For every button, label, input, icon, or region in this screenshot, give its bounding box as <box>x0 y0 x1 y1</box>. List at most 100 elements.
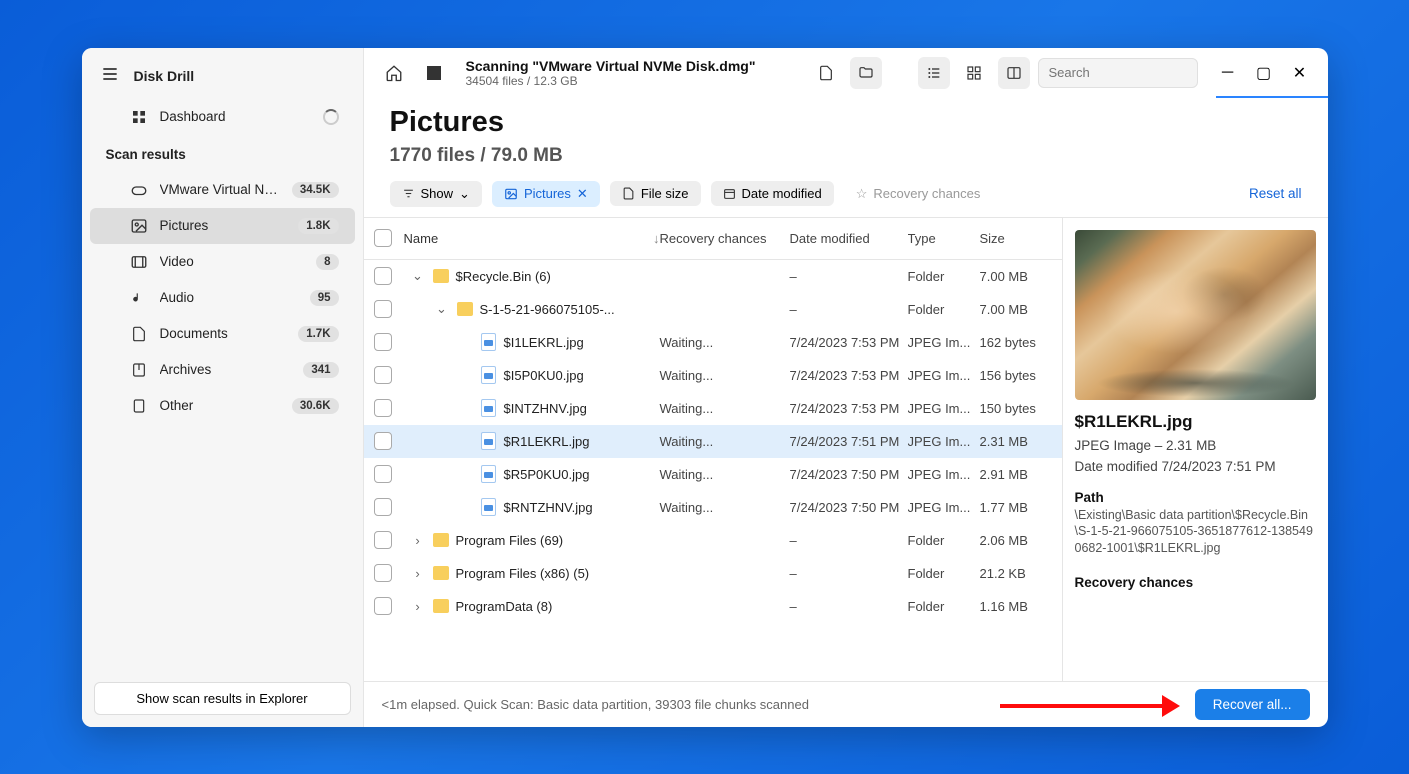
file-icon <box>481 333 496 351</box>
cell-size: 7.00 MB <box>980 302 1062 317</box>
table-row[interactable]: ›Program Files (69)–Folder2.06 MB <box>364 524 1062 557</box>
file-name: Program Files (x86) (5) <box>456 566 590 581</box>
sidebar-item-label: Video <box>160 254 305 269</box>
expand-icon[interactable]: › <box>410 566 426 581</box>
table-row[interactable]: ⌄$Recycle.Bin (6)–Folder7.00 MB <box>364 260 1062 293</box>
audio-icon <box>130 289 148 307</box>
column-size[interactable]: Size <box>980 231 1062 246</box>
cell-type: JPEG Im... <box>908 467 980 482</box>
cell-size: 2.31 MB <box>980 434 1062 449</box>
select-all-checkbox[interactable] <box>374 229 392 247</box>
grid-view-icon[interactable] <box>958 57 990 89</box>
sidebar-item-badge: 34.5K <box>292 182 339 198</box>
row-checkbox[interactable] <box>374 366 392 384</box>
split-view-icon[interactable] <box>998 57 1030 89</box>
cell-recovery: Waiting... <box>660 401 790 416</box>
preview-panel: $R1LEKRL.jpg JPEG Image – 2.31 MB Date m… <box>1062 218 1328 681</box>
search-box[interactable] <box>1038 58 1198 88</box>
sidebar-dashboard[interactable]: Dashboard <box>90 99 355 135</box>
chip-file-size[interactable]: File size <box>610 181 701 206</box>
sidebar-item-archives[interactable]: Archives341 <box>90 352 355 388</box>
row-checkbox[interactable] <box>374 300 392 318</box>
chip-recovery-chances[interactable]: ☆Recovery chances <box>844 181 993 207</box>
column-date[interactable]: Date modified <box>790 231 908 246</box>
sidebar-item-vmware-virtual-nvme-[interactable]: VMware Virtual NVMe...34.5K <box>90 172 355 208</box>
sidebar-item-label: Documents <box>160 326 287 341</box>
row-checkbox[interactable] <box>374 465 392 483</box>
column-recovery[interactable]: Recovery chances <box>660 231 790 246</box>
cell-date: 7/24/2023 7:53 PM <box>790 368 908 383</box>
footer: <1m elapsed. Quick Scan: Basic data part… <box>364 681 1328 727</box>
search-input[interactable] <box>1049 65 1225 80</box>
folder-icon[interactable] <box>850 57 882 89</box>
row-checkbox[interactable] <box>374 531 392 549</box>
expand-icon[interactable]: › <box>410 599 426 614</box>
table-row[interactable]: $RNTZHNV.jpgWaiting...7/24/2023 7:50 PMJ… <box>364 491 1062 524</box>
row-checkbox[interactable] <box>374 333 392 351</box>
sidebar-item-audio[interactable]: Audio95 <box>90 280 355 316</box>
sidebar-item-documents[interactable]: Documents1.7K <box>90 316 355 352</box>
chip-date-modified[interactable]: Date modified <box>711 181 834 206</box>
preview-recovery-label: Recovery chances <box>1075 575 1316 590</box>
row-checkbox[interactable] <box>374 399 392 417</box>
sidebar-item-badge: 1.8K <box>298 218 338 234</box>
table-row[interactable]: › Program Files (x86) (5) –Folder21.2 KB <box>364 557 1062 590</box>
cell-date: – <box>790 269 908 284</box>
folder-icon <box>433 599 449 613</box>
sidebar-item-video[interactable]: Video8 <box>90 244 355 280</box>
row-checkbox[interactable] <box>374 267 392 285</box>
file-name: S-1-5-21-966075105-... <box>480 302 615 317</box>
table-row[interactable]: ⌄S-1-5-21-966075105-...–Folder7.00 MB <box>364 293 1062 326</box>
cell-date: – <box>790 566 908 581</box>
preview-path-label: Path <box>1075 490 1316 505</box>
show-in-explorer-button[interactable]: Show scan results in Explorer <box>94 682 351 715</box>
star-icon: ☆ <box>856 186 868 202</box>
column-name[interactable]: Name↓ <box>404 231 660 246</box>
cell-recovery: Waiting... <box>660 500 790 515</box>
expand-icon[interactable]: ⌄ <box>434 301 450 317</box>
row-checkbox[interactable] <box>374 498 392 516</box>
table-row[interactable]: $I1LEKRL.jpgWaiting...7/24/2023 7:53 PMJ… <box>364 326 1062 359</box>
sidebar-item-other[interactable]: Other30.6K <box>90 388 355 424</box>
disk-icon <box>130 181 148 199</box>
cell-size: 21.2 KB <box>980 566 1062 581</box>
chip-show[interactable]: Show⌄ <box>390 181 482 207</box>
cell-type: JPEG Im... <box>908 401 980 416</box>
expand-icon[interactable]: ⌄ <box>410 268 426 284</box>
preview-path: \Existing\Basic data partition\$Recycle.… <box>1075 507 1316 558</box>
file-icon[interactable] <box>810 57 842 89</box>
expand-icon[interactable]: › <box>410 533 426 548</box>
row-checkbox[interactable] <box>374 432 392 450</box>
table-row[interactable]: $INTZHNV.jpgWaiting...7/24/2023 7:53 PMJ… <box>364 392 1062 425</box>
maximize-button[interactable]: ▢ <box>1250 59 1278 87</box>
folder-icon <box>457 302 473 316</box>
list-view-icon[interactable] <box>918 57 950 89</box>
sidebar-item-label: Pictures <box>160 218 287 233</box>
app-window: Disk Drill Dashboard Scan results VMware… <box>82 48 1328 727</box>
table-row[interactable]: $R1LEKRL.jpgWaiting...7/24/2023 7:51 PMJ… <box>364 425 1062 458</box>
recover-all-button[interactable]: Recover all... <box>1195 689 1310 720</box>
stop-icon[interactable] <box>418 57 450 89</box>
menu-icon[interactable] <box>100 64 120 89</box>
scan-title: Scanning "VMware Virtual NVMe Disk.dmg" <box>466 58 802 74</box>
sidebar-item-badge: 30.6K <box>292 398 339 414</box>
chip-pictures[interactable]: Pictures✕ <box>492 181 600 207</box>
close-button[interactable]: ✕ <box>1286 59 1314 87</box>
file-name: ProgramData (8) <box>456 599 553 614</box>
reset-all-link[interactable]: Reset all <box>1249 186 1302 201</box>
table-row[interactable]: $I5P0KU0.jpgWaiting...7/24/2023 7:53 PMJ… <box>364 359 1062 392</box>
row-checkbox[interactable] <box>374 564 392 582</box>
table-row[interactable]: ›ProgramData (8)–Folder1.16 MB <box>364 590 1062 623</box>
cell-type: Folder <box>908 566 980 581</box>
close-icon[interactable]: ✕ <box>577 186 588 202</box>
row-checkbox[interactable] <box>374 597 392 615</box>
minimize-button[interactable]: ─ <box>1214 59 1242 87</box>
file-table: Name↓ Recovery chances Date modified Typ… <box>364 218 1062 681</box>
sidebar-item-label: Dashboard <box>160 109 226 124</box>
sidebar-item-pictures[interactable]: Pictures 1.8K <box>90 208 355 244</box>
cell-type: Folder <box>908 599 980 614</box>
table-row[interactable]: $R5P0KU0.jpgWaiting...7/24/2023 7:50 PMJ… <box>364 458 1062 491</box>
column-type[interactable]: Type <box>908 231 980 246</box>
file-name: $I5P0KU0.jpg <box>504 368 584 383</box>
home-icon[interactable] <box>378 57 410 89</box>
